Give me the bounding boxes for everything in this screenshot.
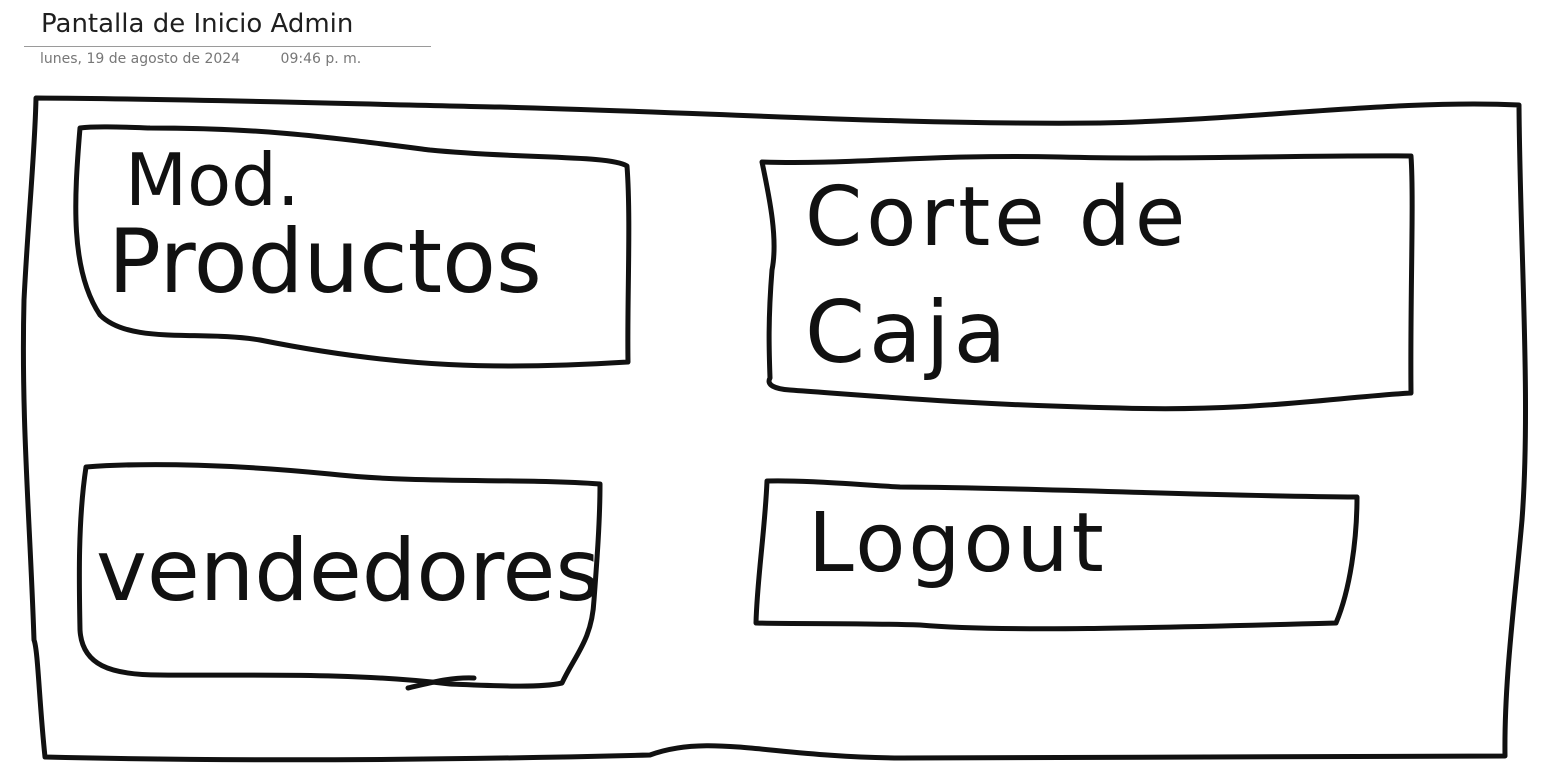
corte-de-caja-line2: Caja bbox=[805, 283, 1010, 383]
wireframe-sketch: Mod. Productos Corte de Caja vendedores … bbox=[20, 95, 1529, 763]
logout-label: Logout bbox=[808, 496, 1107, 591]
vendedores-button[interactable]: vendedores bbox=[76, 462, 603, 691]
vendedores-label: vendedores bbox=[96, 521, 600, 621]
logout-button[interactable]: Logout bbox=[753, 478, 1360, 632]
corte-de-caja-button[interactable]: Corte de Caja bbox=[759, 153, 1415, 412]
mod-productos-line2: Productos bbox=[108, 210, 542, 313]
mod-productos-button[interactable]: Mod. Productos bbox=[73, 124, 632, 369]
corte-de-caja-line1: Corte de bbox=[805, 170, 1189, 265]
